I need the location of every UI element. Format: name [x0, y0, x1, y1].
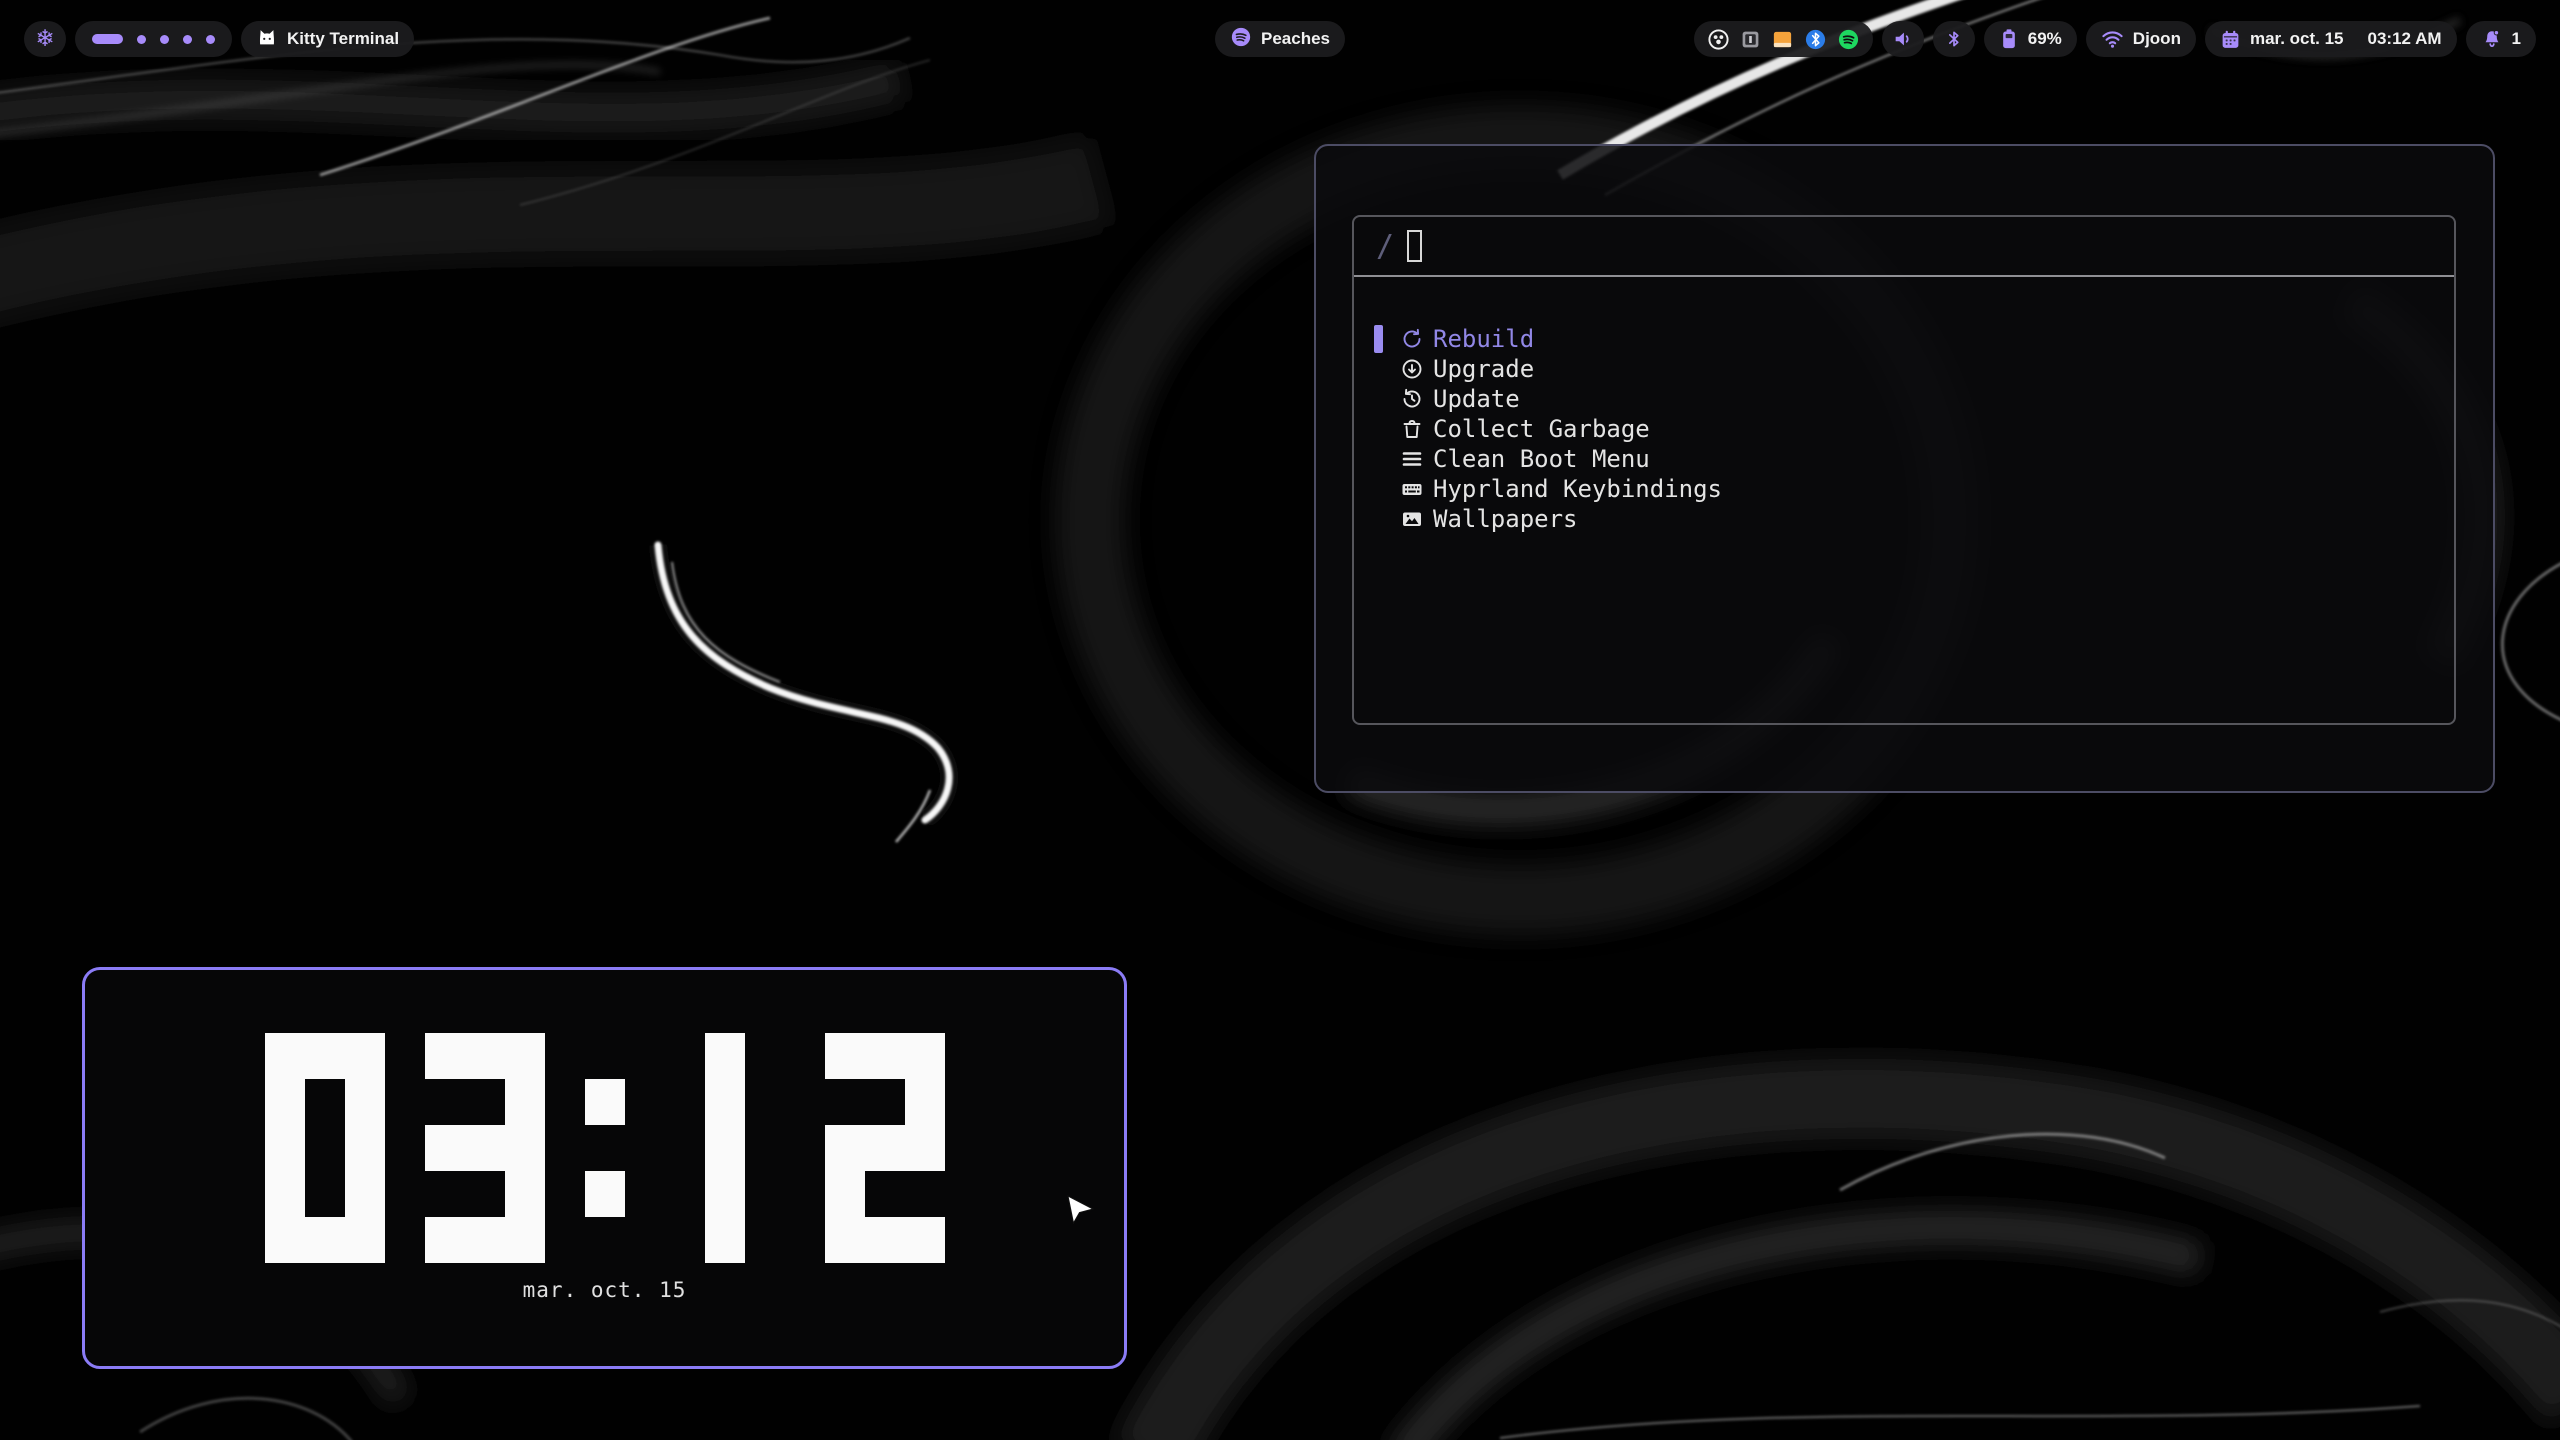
- battery-percent: 69%: [2028, 29, 2062, 49]
- app-tray-icon[interactable]: [1740, 29, 1761, 50]
- bluetooth-button[interactable]: [1933, 21, 1975, 57]
- obs-icon[interactable]: [1707, 28, 1730, 51]
- bluetooth-icon: [1944, 29, 1964, 49]
- trash-icon: [1400, 417, 1424, 441]
- calendar-icon: [2220, 29, 2241, 50]
- workspace-active-pill[interactable]: [92, 34, 123, 44]
- image-icon: [1400, 507, 1424, 531]
- launcher-item-label: Wallpapers: [1433, 505, 1578, 533]
- launcher-search-input[interactable]: /: [1354, 217, 2454, 277]
- speaker-icon: [1892, 28, 1914, 50]
- refresh-icon: [1400, 327, 1424, 351]
- media-track-title: Peaches: [1261, 29, 1330, 49]
- topbar-right-group: 69% Djoon mar. oct. 15: [1694, 21, 2536, 57]
- search-prompt: /: [1376, 229, 1394, 264]
- launcher-item-label: Clean Boot Menu: [1433, 445, 1650, 473]
- volume-button[interactable]: [1882, 21, 1924, 57]
- topbar-left-group: ❄ Kitty Terminal: [24, 21, 414, 57]
- clock-date: mar. oct. 15: [85, 1278, 1124, 1302]
- launcher-item-wallpapers[interactable]: Wallpapers: [1354, 504, 2454, 534]
- launcher-item-collect-garbage[interactable]: Collect Garbage: [1354, 414, 2454, 444]
- mouse-cursor: [1063, 1192, 1103, 1232]
- launcher-item-clean-boot-menu[interactable]: Clean Boot Menu: [1354, 444, 2454, 474]
- launcher-item-label: Update: [1433, 385, 1520, 413]
- launcher-result-list: Rebuild Upgrade Update: [1354, 277, 2454, 534]
- battery-icon: [1999, 28, 2019, 50]
- statusbar-time: 03:12 AM: [2368, 29, 2442, 49]
- selection-bar: [1374, 505, 1383, 533]
- launcher-item-rebuild[interactable]: Rebuild: [1354, 324, 2454, 354]
- nix-snowflake-icon: ❄: [35, 28, 54, 51]
- selection-bar: [1374, 445, 1383, 473]
- download-circle-icon: [1400, 357, 1424, 381]
- launcher-item-label: Collect Garbage: [1433, 415, 1650, 443]
- workspace-indicator[interactable]: [75, 21, 232, 57]
- launcher-item-hyprland-keybindings[interactable]: Hyprland Keybindings: [1354, 474, 2454, 504]
- clock-digits: [265, 1033, 945, 1263]
- launcher-item-label: Rebuild: [1433, 325, 1534, 353]
- network-pill[interactable]: Djoon: [2086, 21, 2196, 57]
- statusbar-date: mar. oct. 15: [2250, 29, 2344, 49]
- media-player-pill[interactable]: Peaches: [1215, 21, 1345, 57]
- selection-bar: [1374, 355, 1383, 383]
- launcher-panel: / Rebuild Upgrade: [1352, 215, 2456, 725]
- active-window-pill: Kitty Terminal: [241, 21, 414, 57]
- launcher-item-label: Hyprland Keybindings: [1433, 475, 1722, 503]
- selection-bar: [1374, 475, 1383, 503]
- notifications-pill[interactable]: 1: [2466, 21, 2536, 57]
- workspace-dot[interactable]: [160, 35, 169, 44]
- selection-bar: [1374, 325, 1383, 353]
- workspace-dot[interactable]: [137, 35, 146, 44]
- nixos-menu-button[interactable]: ❄: [24, 21, 66, 57]
- wifi-icon: [2101, 29, 2124, 49]
- history-icon: [1400, 387, 1424, 411]
- system-tray: [1694, 21, 1873, 57]
- launcher-item-update[interactable]: Update: [1354, 384, 2454, 414]
- keyboard-icon: [1400, 477, 1424, 501]
- files-icon[interactable]: [1771, 28, 1794, 51]
- selection-bar: [1374, 415, 1383, 443]
- text-cursor: [1407, 230, 1422, 262]
- menu-list-icon: [1400, 447, 1424, 471]
- nix-system-menu-window: / Rebuild Upgrade: [1314, 144, 2495, 793]
- bluetooth-tray-icon[interactable]: [1804, 28, 1827, 51]
- selection-bar: [1374, 385, 1383, 413]
- notification-count: 1: [2512, 29, 2521, 49]
- top-status-bar: ❄ Kitty Terminal: [24, 21, 2536, 57]
- cat-icon: [256, 26, 278, 53]
- workspace-dot[interactable]: [206, 35, 215, 44]
- active-window-title: Kitty Terminal: [287, 29, 399, 49]
- workspace-dot[interactable]: [183, 35, 192, 44]
- spotify-icon: [1230, 26, 1252, 53]
- topbar-center-group: Peaches: [1215, 21, 1345, 57]
- desktop-clock-widget: mar. oct. 15: [82, 967, 1127, 1369]
- datetime-pill[interactable]: mar. oct. 15 03:12 AM: [2205, 21, 2457, 57]
- bell-icon: [2481, 28, 2503, 50]
- network-ssid: Djoon: [2133, 29, 2181, 49]
- launcher-item-label: Upgrade: [1433, 355, 1534, 383]
- battery-pill[interactable]: 69%: [1984, 21, 2077, 57]
- spotify-tray-icon[interactable]: [1837, 28, 1860, 51]
- launcher-item-upgrade[interactable]: Upgrade: [1354, 354, 2454, 384]
